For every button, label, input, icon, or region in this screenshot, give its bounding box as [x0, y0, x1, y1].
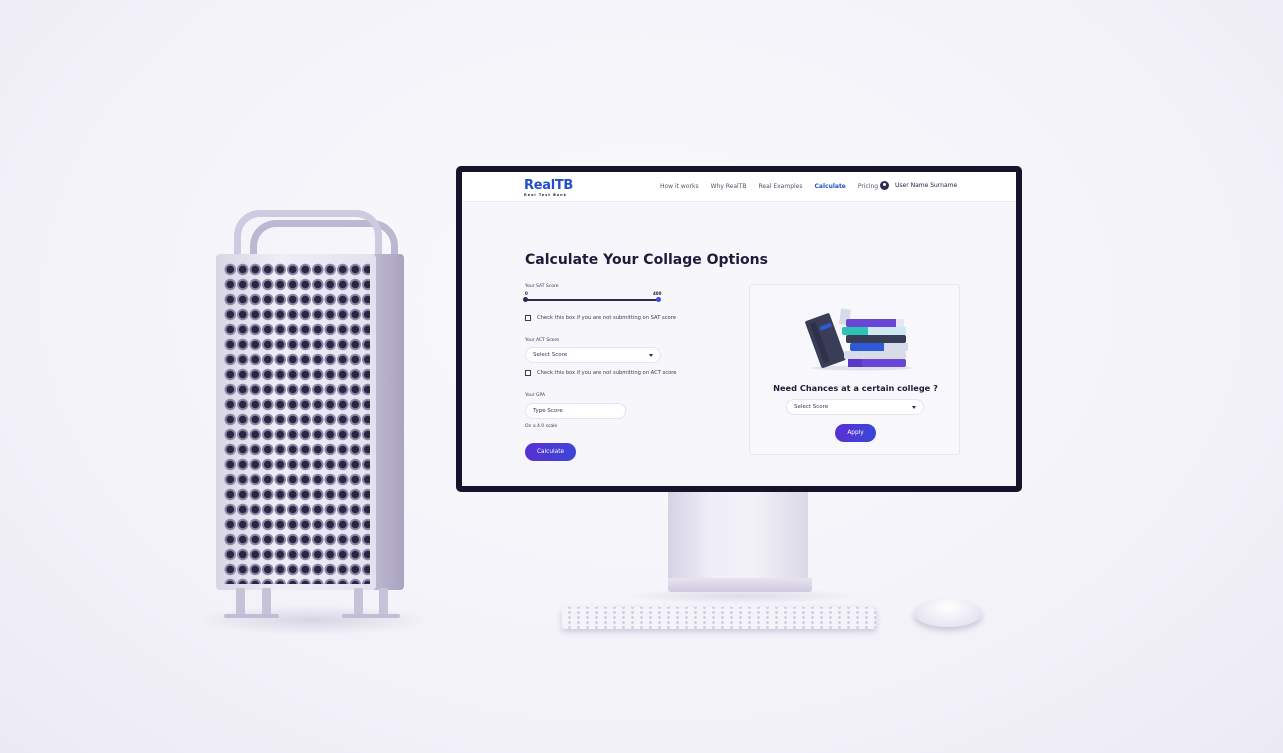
- nav-links: How it works Why RealTB Real Examples Ca…: [660, 183, 878, 190]
- sat-score-label: Your SAT Score: [525, 284, 559, 289]
- act-select-value: Select Score: [533, 352, 568, 358]
- tower-foot-bar: [224, 614, 279, 618]
- user-name: User Name Surname: [895, 182, 958, 189]
- sat-slider-track[interactable]: [525, 299, 659, 301]
- mac-pro-tower: [194, 210, 434, 635]
- keyboard: [562, 607, 876, 629]
- gpa-input[interactable]: Type Score: [525, 403, 626, 419]
- nav-link-how-it-works[interactable]: How it works: [660, 183, 699, 190]
- logo[interactable]: RealTB: [524, 178, 573, 193]
- college-score-select[interactable]: Select Score: [786, 399, 924, 415]
- mouse: [914, 599, 982, 627]
- tower-foot-bar: [342, 614, 400, 618]
- caret-down-icon: [649, 353, 653, 357]
- logo-tagline: Real Test Bank: [524, 193, 567, 197]
- nav-link-pricing[interactable]: Pricing: [858, 183, 878, 190]
- tower-grille: [224, 262, 370, 584]
- tower-side-panel: [374, 254, 404, 590]
- act-score-label: Your ACT Score: [525, 338, 559, 343]
- sat-not-submitting-checkbox[interactable]: [525, 315, 531, 321]
- nav-link-calculate[interactable]: Calculate: [815, 183, 846, 190]
- sat-checkbox-label: Check this box if you are not submitting…: [537, 315, 676, 321]
- act-checkbox-label: Check this box if you are not submitting…: [537, 370, 677, 376]
- sat-max-value: 400: [653, 291, 662, 296]
- college-chances-card: Need Chances at a certain college ? Sele…: [749, 284, 960, 455]
- top-nav: RealTB Real Test Bank How it works Why R…: [462, 172, 1016, 202]
- apply-button[interactable]: Apply: [835, 424, 876, 442]
- nav-link-real-examples[interactable]: Real Examples: [759, 183, 803, 190]
- gpa-hint: On a 4.0 scale: [525, 424, 558, 429]
- monitor-stand: [668, 491, 808, 581]
- act-not-submitting-checkbox[interactable]: [525, 370, 531, 376]
- sat-checkbox-row: Check this box if you are not submitting…: [525, 315, 676, 321]
- caret-down-icon: [912, 405, 916, 409]
- app-screen: RealTB Real Test Bank How it works Why R…: [462, 172, 1016, 486]
- calculate-button[interactable]: Calculate: [525, 443, 576, 461]
- tower-shadow: [194, 605, 434, 635]
- card-title: Need Chances at a certain college ?: [773, 383, 938, 393]
- monitor-stand-base: [668, 578, 812, 592]
- sat-slider-max-handle[interactable]: [656, 297, 661, 302]
- monitor-bezel: RealTB Real Test Bank How it works Why R…: [456, 166, 1022, 492]
- tower-front-panel: [216, 254, 376, 590]
- user-avatar-icon: [880, 181, 889, 190]
- user-menu[interactable]: User Name Surname: [880, 181, 957, 190]
- books-illustration: [805, 308, 912, 371]
- sat-min-value: 0: [525, 291, 528, 296]
- college-select-value: Select Score: [794, 404, 829, 410]
- nav-link-why-realtb[interactable]: Why RealTB: [711, 183, 747, 190]
- sat-slider-min-handle[interactable]: [523, 297, 528, 302]
- act-checkbox-row: Check this box if you are not submitting…: [525, 370, 677, 376]
- act-score-select[interactable]: Select Score: [525, 347, 661, 363]
- tower-handle-front: [234, 210, 382, 260]
- mockup-scene: RealTB Real Test Bank How it works Why R…: [0, 0, 1283, 753]
- page-title: Calculate Your Collage Options: [525, 252, 768, 268]
- gpa-label: Your GPA: [525, 393, 546, 398]
